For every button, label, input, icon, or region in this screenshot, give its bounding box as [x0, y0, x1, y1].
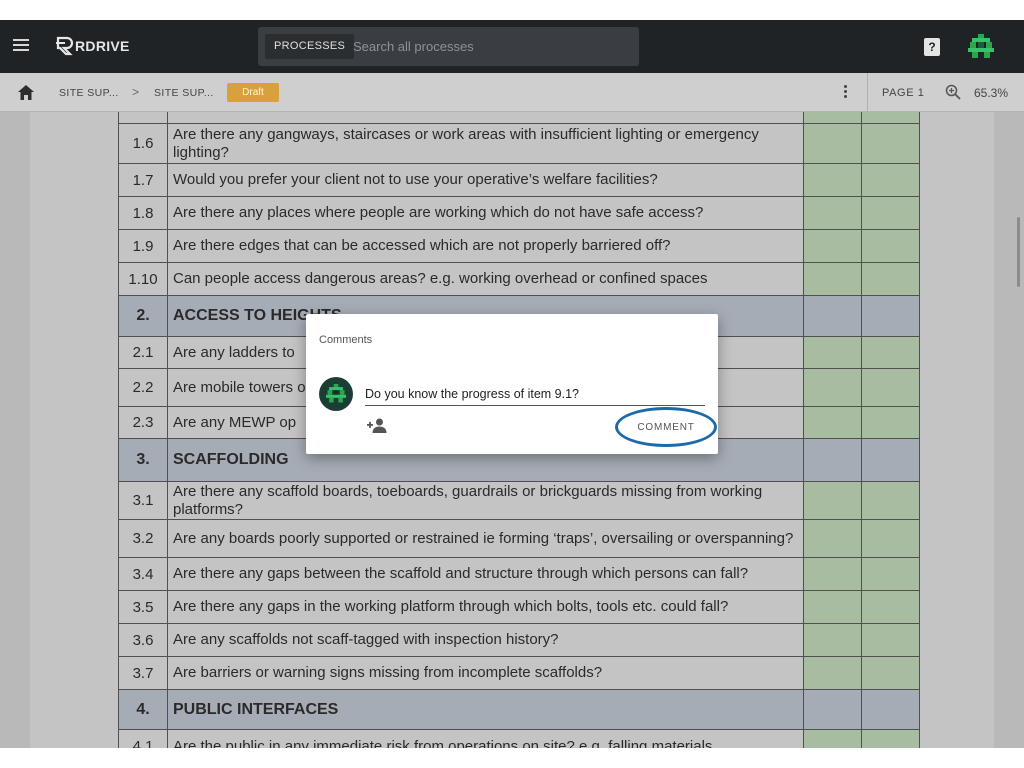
modal-overlay: Comments Do you know the progress of ite… [0, 20, 1024, 748]
comment-submit-button[interactable]: COMMENT [615, 407, 717, 447]
comment-dialog: Comments Do you know the progress of ite… [306, 314, 718, 454]
comment-input[interactable] [365, 382, 705, 406]
add-person-icon[interactable] [367, 417, 387, 433]
commenter-avatar [319, 377, 353, 411]
dialog-title: Comments [319, 334, 373, 346]
app-window: RDRIVE PROCESSES ? SITE SUP... > SITE SU… [0, 20, 1024, 748]
